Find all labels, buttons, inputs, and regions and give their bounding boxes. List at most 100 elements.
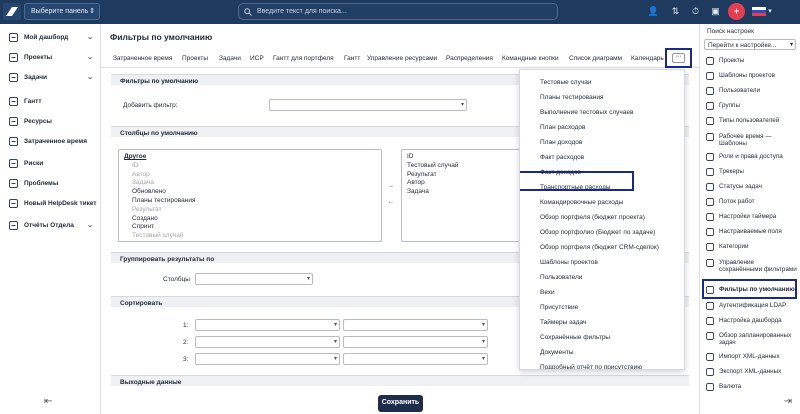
chevron-down-icon[interactable]: ▾ xyxy=(765,3,775,20)
settings-item[interactable]: Настройка дашборда xyxy=(700,316,800,330)
dropdown-item[interactable]: Факт доходов xyxy=(540,169,581,176)
sort-direction-select[interactable] xyxy=(343,336,488,348)
settings-item[interactable]: Пользователи xyxy=(700,86,800,100)
settings-item[interactable]: Управление сохранёнными фильтрами xyxy=(700,258,800,273)
tab[interactable]: Командные кнопки xyxy=(502,55,559,62)
sidebar-item[interactable]: Новый HelpDesk тикет xyxy=(0,196,101,212)
dropdown-item[interactable]: Выполнение тестовых случаев xyxy=(540,109,633,116)
settings-item[interactable]: Проекты xyxy=(700,56,800,70)
column-option[interactable]: Задача xyxy=(124,179,376,188)
dropdown-item[interactable]: Планы тестирования xyxy=(540,94,604,101)
sidebar-item[interactable]: Мой дашборд ⌄ xyxy=(0,30,101,46)
settings-item[interactable]: Поток работ xyxy=(700,197,800,211)
app-logo-icon[interactable] xyxy=(3,3,21,20)
sidebar-item[interactable]: Ресурсы xyxy=(0,114,101,130)
tab[interactable]: Проекты xyxy=(182,55,208,62)
column-option[interactable]: Создано xyxy=(124,215,376,224)
dropdown-item[interactable]: Шаблоны проектов xyxy=(540,259,598,266)
sidebar-item[interactable]: Риски xyxy=(0,156,101,172)
filter-settings-icon[interactable]: ⇅ xyxy=(667,3,684,20)
dropdown-item[interactable]: Присутствие xyxy=(540,304,578,311)
settings-item[interactable]: Аутентификация LDAP xyxy=(700,301,800,315)
sidebar-item[interactable]: Затраченное время xyxy=(0,134,101,150)
dropdown-item[interactable]: Обзор портфеля (бюджет проекта) xyxy=(540,214,645,221)
column-option[interactable]: Обновлено xyxy=(124,188,376,197)
collapse-sidebar-icon[interactable]: ⇤ xyxy=(44,396,52,407)
settings-item[interactable]: Валюта xyxy=(700,382,800,396)
sidebar-item[interactable]: Отчёты Отдела ⌄ xyxy=(0,218,101,234)
column-option[interactable]: Автор xyxy=(124,171,376,180)
settings-item[interactable]: Шаблоны проектов xyxy=(700,71,800,85)
add-icon[interactable]: + xyxy=(728,3,745,20)
settings-item[interactable]: Настройки таймера xyxy=(700,212,800,226)
sort-direction-select[interactable] xyxy=(343,319,488,331)
calendar-icon[interactable]: ▣ xyxy=(707,3,724,20)
column-option[interactable]: Другое xyxy=(124,153,376,162)
column-option[interactable]: Тестовый случай xyxy=(124,232,376,241)
selected-column-option[interactable]: ID xyxy=(407,153,515,162)
settings-item[interactable]: Статусы задач xyxy=(700,182,800,196)
dropdown-item[interactable]: Тестовые случаи xyxy=(540,79,591,86)
timer-icon[interactable]: ⏱ xyxy=(687,3,704,20)
sort-field-select[interactable] xyxy=(195,353,340,365)
settings-item[interactable]: Обзор запланированных задач xyxy=(700,331,800,346)
dropdown-item[interactable]: Обзор портфеля (бюджет CRM-сделок) xyxy=(540,244,659,251)
settings-item[interactable]: Типы пользователей xyxy=(700,116,800,130)
more-tabs-button[interactable]: ··· xyxy=(665,48,692,68)
tab[interactable]: ИСР xyxy=(250,55,264,62)
sidebar-item[interactable]: Задачи ⌄ xyxy=(0,70,101,86)
settings-item[interactable]: Экспорт XML-данных xyxy=(700,367,800,381)
dropdown-item[interactable]: Подробный отчёт по присутствию xyxy=(540,364,642,369)
expand-panel-icon[interactable]: ⇥ xyxy=(784,396,792,407)
sidebar-item[interactable]: Проекты ⌄ xyxy=(0,50,101,66)
group-by-select[interactable] xyxy=(195,273,313,285)
tab[interactable]: Распределения xyxy=(446,55,493,62)
dropdown-item[interactable]: Пользователи xyxy=(540,274,582,281)
dropdown-item[interactable]: Командировочные расходы xyxy=(540,199,623,206)
settings-item[interactable]: Роли и права доступа xyxy=(700,152,800,166)
dropdown-item[interactable]: План доходов xyxy=(540,139,582,146)
available-columns-list[interactable]: Другое ID Автор Задача Обновлено Планы тестир… xyxy=(118,149,382,242)
tab[interactable]: Гантт xyxy=(344,55,360,62)
dropdown-item[interactable]: Вехи xyxy=(540,289,555,296)
dropdown-item[interactable]: Документы xyxy=(540,349,574,356)
settings-item[interactable]: Настраиваемые поля xyxy=(700,227,800,241)
selected-column-option[interactable]: Задача xyxy=(407,188,515,197)
settings-item[interactable]: Категории xyxy=(700,242,800,256)
tab[interactable]: Задачи xyxy=(219,55,241,62)
settings-item[interactable]: Рабочее время — Шаблоны xyxy=(700,132,800,147)
move-right-icon[interactable]: → xyxy=(388,183,394,189)
user-icon[interactable]: 👤 xyxy=(645,3,662,20)
sort-field-select[interactable] xyxy=(195,336,340,348)
add-filter-select[interactable] xyxy=(269,99,467,111)
selected-columns-list[interactable]: ID Тестовый случай Результат Автор Задача xyxy=(401,149,521,242)
column-option[interactable]: Планы тестирования xyxy=(124,197,376,206)
tab[interactable]: Управление ресурсами xyxy=(367,55,437,62)
panel-select[interactable]: Выберите панель ⇕ xyxy=(24,3,100,20)
sidebar-item[interactable]: Проблемы xyxy=(0,176,101,192)
dropdown-item[interactable]: Таймеры задач xyxy=(540,319,586,326)
selected-column-option[interactable]: Автор xyxy=(407,179,515,188)
sidebar-item[interactable]: Гантт xyxy=(0,94,101,110)
settings-item[interactable]: Фильтры по умолчанию xyxy=(700,285,800,299)
dropdown-item[interactable]: Факт расходов xyxy=(540,154,584,161)
dropdown-item[interactable]: Сохранённые фильтры xyxy=(540,334,610,341)
settings-item[interactable]: Импорт XML-данных xyxy=(700,352,800,366)
settings-jump-select[interactable]: Перейти к настройке... xyxy=(704,39,796,50)
dropdown-item[interactable]: План расходов xyxy=(540,124,585,131)
tab[interactable]: Список диаграмм xyxy=(569,55,622,62)
settings-item[interactable]: Группы xyxy=(700,101,800,115)
dropdown-item[interactable]: Транспортные расходы xyxy=(540,184,611,191)
tab[interactable]: Гантт для портфеля xyxy=(273,55,334,62)
dropdown-item[interactable]: Обзор портфолио (Бюджет по задаче) xyxy=(540,229,655,236)
column-option[interactable]: Результат xyxy=(124,206,376,215)
search-input[interactable]: Введите текст для поиска... xyxy=(238,3,558,20)
selected-column-option[interactable]: Результат xyxy=(407,171,515,180)
tab[interactable]: Календарь xyxy=(631,55,664,62)
column-option[interactable]: ID xyxy=(124,162,376,171)
column-option[interactable]: Спринт xyxy=(124,223,376,232)
tab[interactable]: Затраченное время xyxy=(113,55,172,62)
sort-field-select[interactable] xyxy=(195,319,340,331)
settings-item[interactable]: Трекеры xyxy=(700,167,800,181)
save-button[interactable]: Сохранить xyxy=(378,395,423,412)
